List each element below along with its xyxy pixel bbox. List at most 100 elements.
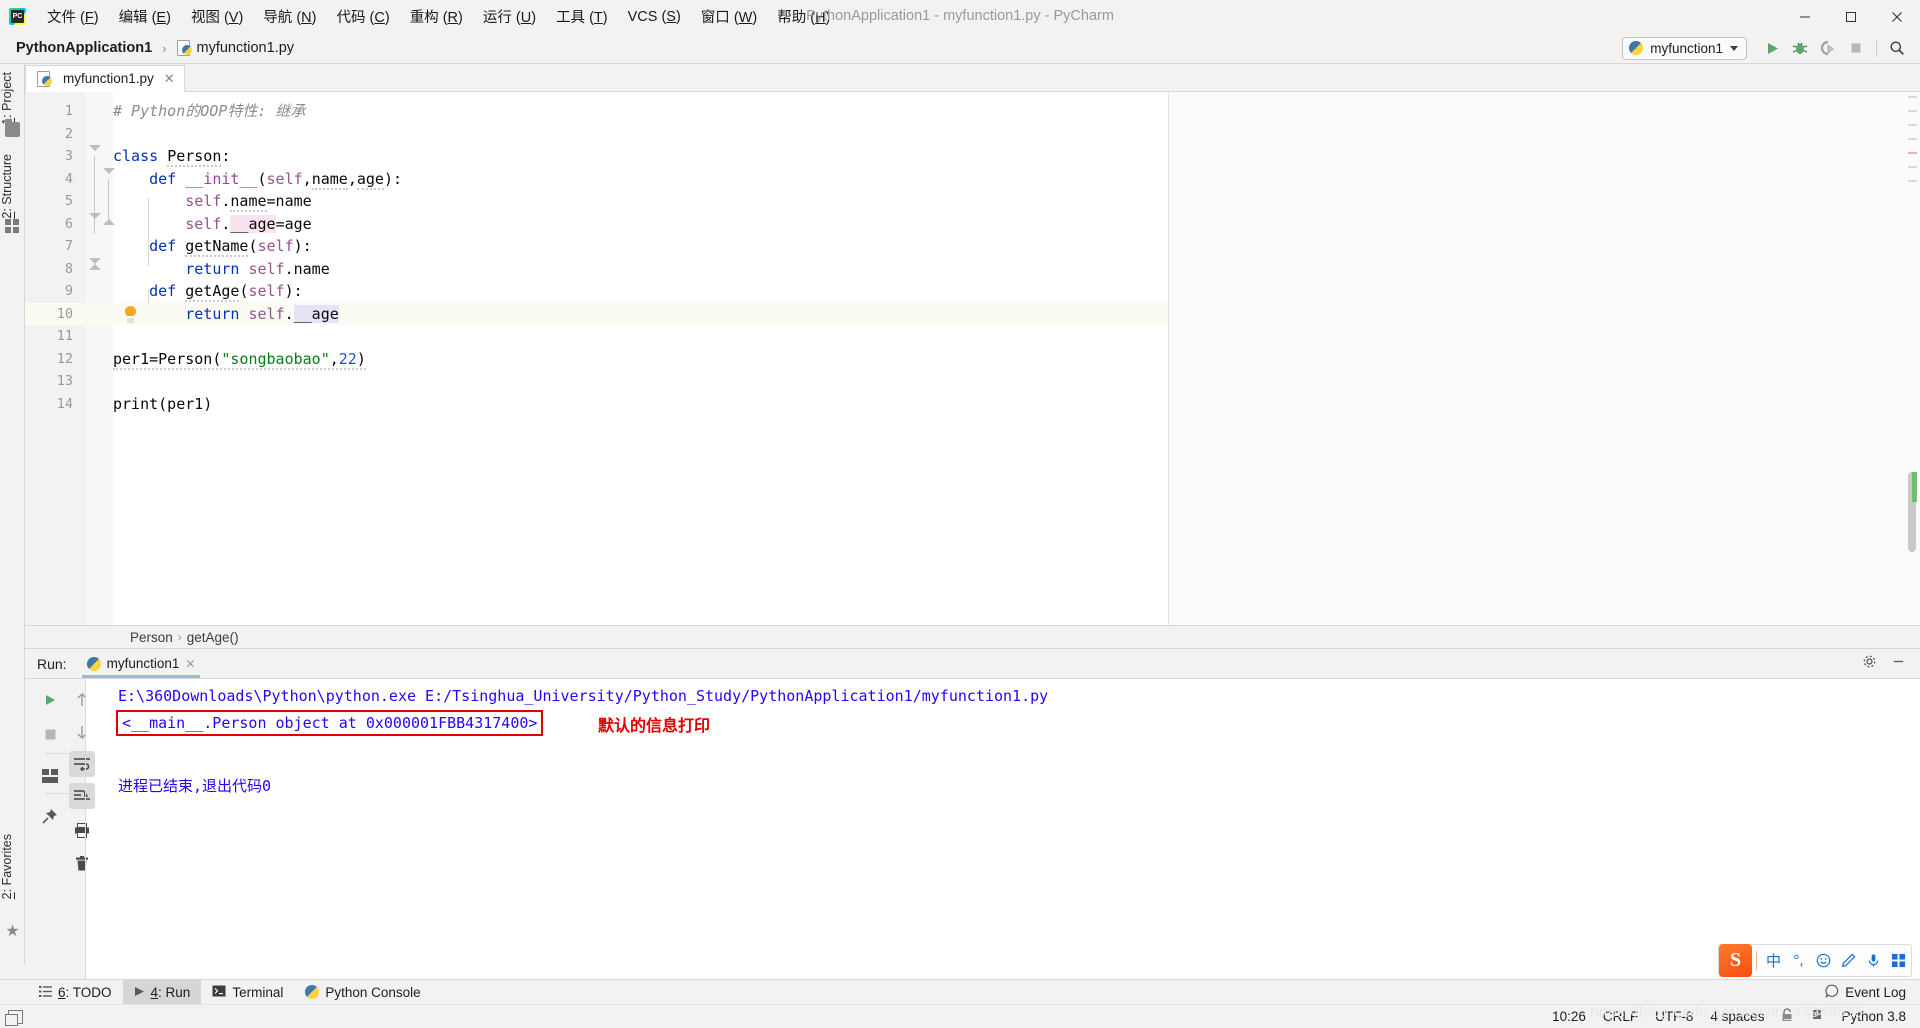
down-stack-trace-button[interactable] bbox=[69, 719, 95, 745]
toolbar-divider bbox=[1876, 39, 1877, 57]
breadcrumb-file[interactable]: myfunction1.py bbox=[173, 38, 299, 58]
code-line[interactable]: per1=Person("songbaobao",22) bbox=[113, 348, 366, 371]
run-panel-header-actions bbox=[1862, 654, 1920, 674]
soft-wrap-button[interactable] bbox=[69, 751, 95, 777]
line-number: 14 bbox=[56, 395, 73, 412]
status-indent[interactable]: 4 spaces bbox=[1710, 1009, 1764, 1024]
toggle-toolwindows-icon[interactable] bbox=[5, 1009, 23, 1026]
punctuation-icon[interactable]: °, bbox=[1786, 944, 1811, 977]
toolbar-divider bbox=[45, 753, 69, 754]
menu-item-6[interactable]: 运行 (U) bbox=[473, 2, 546, 31]
status-bar-left bbox=[0, 1009, 23, 1026]
editor-scrollbar[interactable] bbox=[1908, 92, 1918, 625]
minimize-button[interactable] bbox=[1782, 0, 1828, 33]
event-log-button[interactable]: Event Log bbox=[1825, 984, 1920, 1001]
python-icon bbox=[305, 985, 320, 999]
inspection-icon[interactable] bbox=[1810, 1008, 1824, 1025]
toolbox-grid-icon[interactable] bbox=[1886, 944, 1911, 977]
pin-tab-button[interactable] bbox=[37, 803, 63, 829]
menu-item-7[interactable]: 工具 (T) bbox=[546, 2, 618, 31]
code-line[interactable]: return self.__age bbox=[113, 303, 339, 326]
run-button[interactable] bbox=[1759, 35, 1785, 61]
line-number: 8 bbox=[64, 260, 73, 277]
intention-bulb-icon[interactable] bbox=[124, 305, 137, 323]
tool-window-run[interactable]: 4: Run bbox=[122, 979, 202, 1005]
run-with-coverage-button[interactable] bbox=[1815, 35, 1841, 61]
pen-icon[interactable] bbox=[1836, 944, 1861, 977]
sogou-logo-icon[interactable]: S bbox=[1719, 944, 1752, 977]
fold-marker-class[interactable] bbox=[89, 145, 101, 151]
breadcrumb-method[interactable]: getAge() bbox=[187, 630, 239, 645]
code-line[interactable]: print(per1) bbox=[113, 393, 212, 416]
play-icon bbox=[134, 985, 145, 1000]
sidebar-item-structure[interactable]: 2: Structure bbox=[0, 154, 25, 219]
run-tab-myfunction1[interactable]: myfunction1 ✕ bbox=[79, 649, 204, 678]
menu-item-2[interactable]: 视图 (V) bbox=[181, 2, 253, 31]
menu-item-4[interactable]: 代码 (C) bbox=[327, 2, 400, 31]
fold-marker-getage[interactable] bbox=[89, 258, 101, 264]
menu-item-8[interactable]: VCS (S) bbox=[618, 5, 691, 29]
console-output[interactable]: E:\360Downloads\Python\python.exe E:/Tsi… bbox=[111, 679, 1920, 979]
run-panel-label: Run: bbox=[37, 655, 67, 672]
up-stack-trace-button[interactable] bbox=[69, 687, 95, 713]
tool-window-terminal[interactable]: Terminal bbox=[201, 980, 294, 1005]
maximize-button[interactable] bbox=[1828, 0, 1874, 33]
left-tool-strip: 1: Project 2: Structure 2: Favorites ★ bbox=[0, 64, 25, 964]
code-line[interactable]: def getName(self): bbox=[113, 235, 312, 258]
menu-item-9[interactable]: 窗口 (W) bbox=[691, 2, 767, 31]
emoji-icon[interactable] bbox=[1811, 944, 1836, 977]
code-line[interactable]: self.__age=age bbox=[113, 213, 312, 236]
code-line[interactable]: return self.name bbox=[113, 258, 330, 281]
code-line[interactable]: def __init__(self,name,age): bbox=[113, 168, 402, 191]
tool-window-todo[interactable]: 6: TODO bbox=[28, 980, 123, 1005]
layout-settings-button[interactable] bbox=[37, 763, 63, 789]
print-button[interactable] bbox=[69, 817, 95, 843]
fold-marker-getname[interactable] bbox=[89, 213, 101, 219]
folder-icon bbox=[5, 119, 20, 137]
editor-tab-myfunction1[interactable]: myfunction1.py ✕ bbox=[25, 65, 185, 92]
status-interpreter[interactable]: Python 3.8 bbox=[1841, 1009, 1906, 1024]
close-icon[interactable]: ✕ bbox=[185, 657, 195, 671]
code-line[interactable]: self.name=name bbox=[113, 190, 312, 213]
run-configuration-selector[interactable]: myfunction1 bbox=[1622, 36, 1747, 60]
editor-breadcrumb: Person › getAge() bbox=[25, 625, 1920, 649]
tool-window-python-console[interactable]: Python Console bbox=[294, 980, 431, 1005]
close-button[interactable] bbox=[1874, 0, 1920, 33]
breadcrumb-project[interactable]: PythonApplication1 bbox=[12, 38, 156, 58]
breadcrumb-class[interactable]: Person bbox=[130, 630, 173, 645]
menu-item-10[interactable]: 帮助 (H) bbox=[767, 2, 840, 31]
code-line[interactable]: def getAge(self): bbox=[113, 280, 303, 303]
search-everywhere-button[interactable] bbox=[1884, 35, 1910, 61]
status-encoding[interactable]: UTF-8 bbox=[1655, 1009, 1693, 1024]
rerun-button[interactable] bbox=[37, 687, 63, 713]
scroll-to-end-button[interactable] bbox=[69, 783, 95, 809]
minimize-icon[interactable] bbox=[1891, 654, 1906, 674]
clear-all-button[interactable] bbox=[69, 851, 95, 877]
chinese-mode-icon[interactable]: 中 bbox=[1761, 944, 1786, 977]
lock-icon[interactable] bbox=[1781, 1008, 1793, 1025]
scroll-marker bbox=[1908, 96, 1917, 98]
menu-item-0[interactable]: 文件 (F) bbox=[37, 2, 109, 31]
stop-button[interactable] bbox=[1843, 35, 1869, 61]
navigation-bar: PythonApplication1 › myfunction1.py myfu… bbox=[0, 33, 1920, 64]
status-time: 10:26 bbox=[1552, 1009, 1586, 1024]
menu-item-1[interactable]: 编辑 (E) bbox=[109, 2, 181, 31]
breadcrumb-file-label: myfunction1.py bbox=[196, 40, 295, 56]
status-line-separator[interactable]: CRLF bbox=[1603, 1009, 1638, 1024]
code-editor[interactable]: 1 # Python的OOP特性: 继承 2 3 class Person: 4 def … bbox=[25, 92, 1920, 625]
menu-item-3[interactable]: 导航 (N) bbox=[253, 2, 326, 31]
scroll-marker bbox=[1908, 110, 1917, 112]
fold-marker-getname-end[interactable] bbox=[89, 264, 101, 270]
gear-icon[interactable] bbox=[1862, 654, 1877, 674]
sidebar-item-project[interactable]: 1: Project bbox=[0, 72, 25, 125]
debug-button[interactable] bbox=[1787, 35, 1813, 61]
list-icon bbox=[39, 985, 52, 1000]
microphone-icon[interactable] bbox=[1861, 944, 1886, 977]
fold-line-class bbox=[94, 156, 95, 234]
sidebar-item-favorites[interactable]: 2: Favorites bbox=[0, 834, 25, 899]
code-line[interactable]: class Person: bbox=[113, 145, 230, 168]
code-line[interactable]: # Python的OOP特性: 继承 bbox=[113, 100, 305, 123]
menu-item-5[interactable]: 重构 (R) bbox=[400, 2, 473, 31]
close-icon[interactable]: ✕ bbox=[164, 71, 175, 87]
stop-button[interactable] bbox=[37, 721, 63, 747]
